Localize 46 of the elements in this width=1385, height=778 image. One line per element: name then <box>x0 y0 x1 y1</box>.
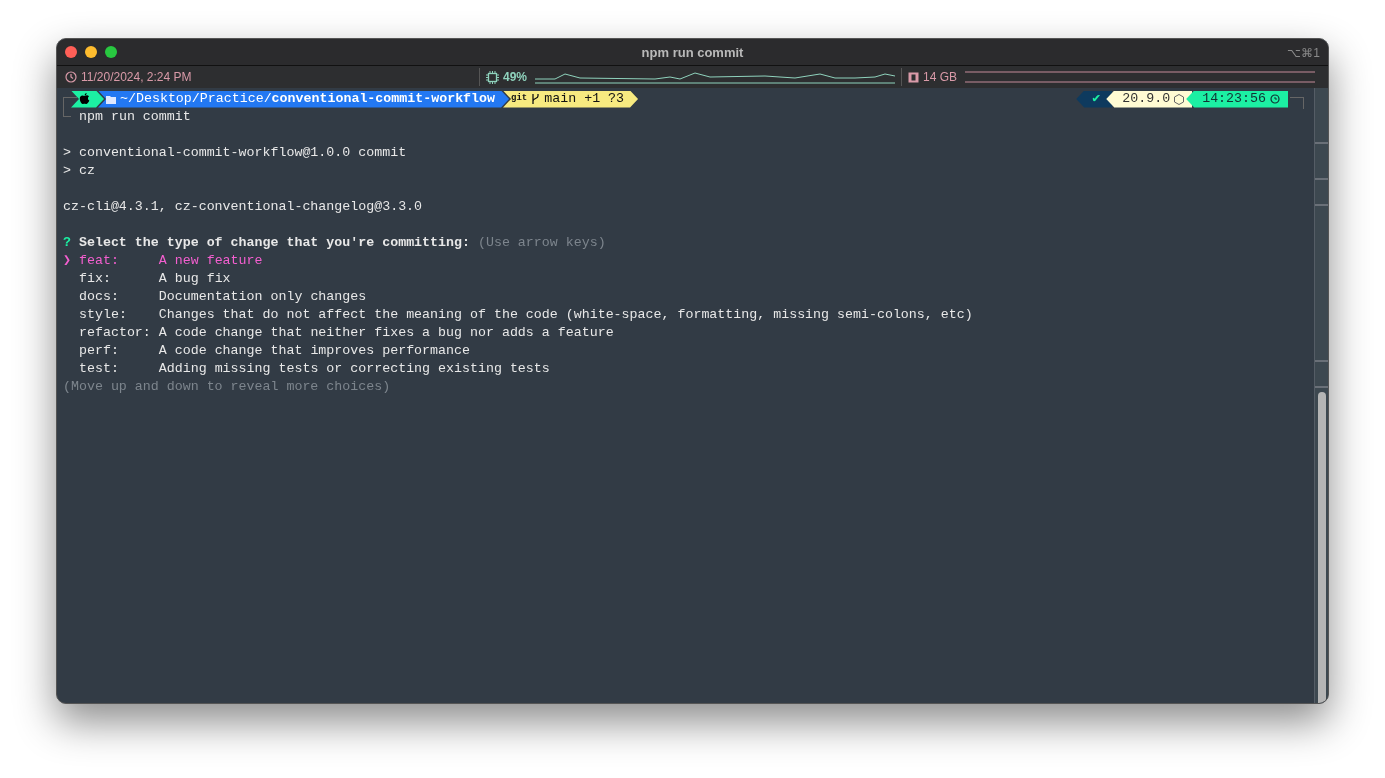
command-text: npm run commit <box>79 108 191 126</box>
date-time-label: 11/20/2024, 2:24 PM <box>81 69 192 86</box>
choice-description: A code change that improves performance <box>158 342 470 360</box>
directory-path: ~/Desktop/Practice/conventional-commit-workflow <box>120 90 496 109</box>
branch-icon <box>531 93 541 105</box>
hexagon-icon <box>1174 93 1185 105</box>
choice-type[interactable]: perf: <box>79 342 159 360</box>
choice-description: Adding missing tests or correcting existing tests <box>158 360 550 378</box>
choice-type[interactable]: feat: <box>79 252 159 270</box>
choice-description: A bug fix <box>158 270 231 288</box>
question-mark: ? <box>63 235 71 250</box>
node-version: 20.9.0 <box>1122 90 1171 109</box>
footer-hint: (Move up and down to reveal more choices) <box>63 379 391 394</box>
apple-icon <box>79 93 90 105</box>
status-mark: ✔ <box>1092 90 1101 109</box>
clock-icon <box>65 71 77 83</box>
output-line: > conventional-commit-workflow@1.0.0 commit <box>63 145 407 160</box>
output-line: > cz <box>63 163 95 178</box>
cpu-usage-label: 49% <box>503 69 528 86</box>
clock-icon <box>1270 94 1280 104</box>
question-text: Select the type of change that you're committing: <box>78 235 470 250</box>
choice-type[interactable]: test: <box>79 360 159 378</box>
choice-description: Changes that do not affect the meaning of the code (white-space, formatting, missing semi-colons, etc) <box>158 306 973 324</box>
zoom-button[interactable] <box>105 46 117 58</box>
choice-type[interactable]: docs: <box>79 288 159 306</box>
minimize-button[interactable] <box>85 46 97 58</box>
selection-pointer: ❯ <box>63 252 72 270</box>
cpu-icon <box>486 70 499 84</box>
choice-description: A code change that neither fixes a bug nor adds a feature <box>158 324 614 342</box>
choice-type[interactable]: fix: <box>79 270 159 288</box>
choice-description: A new feature <box>158 252 263 270</box>
scrollbar-thumb[interactable] <box>1317 392 1326 703</box>
window-title: npm run commit <box>641 45 744 60</box>
folder-icon <box>106 94 116 104</box>
choice-type[interactable]: style: <box>79 306 159 324</box>
git-status: main +1 ?3 <box>544 90 625 109</box>
output-line: cz-cli@4.3.1, cz-conventional-changelog@3.3.0 <box>63 199 423 214</box>
git-label: git <box>511 92 528 106</box>
choice-type[interactable]: refactor: <box>79 324 159 342</box>
memory-icon <box>908 71 919 83</box>
close-button[interactable] <box>65 46 77 58</box>
prompt-time: 14:23:56 <box>1202 90 1266 109</box>
choice-description: Documentation only changes <box>158 288 367 306</box>
memory-usage-label: 14 GB <box>923 69 958 86</box>
shortcut-label: ⌥⌘1 <box>1287 46 1320 60</box>
question-hint: (Use arrow keys) <box>477 235 606 250</box>
